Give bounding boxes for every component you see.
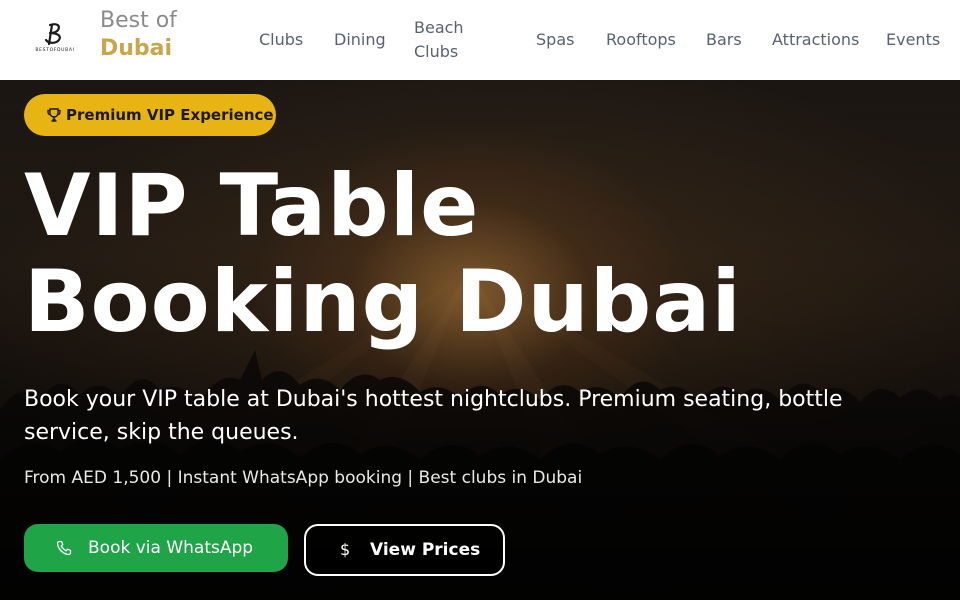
premium-badge: Premium VIP Experience	[24, 94, 276, 136]
nav-item-events[interactable]: Events	[886, 28, 940, 52]
nav-item-clubs[interactable]: Clubs	[259, 28, 303, 52]
hero-section: Premium VIP Experience VIP Table Booking…	[0, 80, 960, 600]
nav-item-rooftops[interactable]: Rooftops	[606, 28, 676, 52]
book-whatsapp-label: Book via WhatsApp	[88, 538, 254, 558]
hero-subtitle: Book your VIP table at Dubai's hottest n…	[24, 387, 843, 445]
trophy-icon	[47, 108, 61, 122]
main-nav: Clubs Dining Beach Clubs Spas Rooftops B…	[0, 0, 960, 80]
nav-item-spas[interactable]: Spas	[536, 28, 574, 52]
page-title: VIP Table Booking Dubai	[24, 158, 924, 350]
nav-item-attractions[interactable]: Attractions	[772, 28, 859, 52]
nav-item-beach-clubs[interactable]: Beach Clubs	[414, 16, 474, 64]
page-title-line-1: VIP Table	[24, 156, 480, 256]
hero-meta: From AED 1,500 | Instant WhatsApp bookin…	[24, 468, 583, 488]
site-header: BESTOFDUBAI Best of Dubai Clubs Dining B…	[0, 0, 960, 80]
page-title-line-2: Booking Dubai	[24, 252, 742, 352]
dollar-icon: $	[340, 540, 351, 559]
view-prices-button[interactable]: $ View Prices	[304, 524, 505, 576]
nav-item-bars[interactable]: Bars	[706, 28, 742, 52]
nav-item-dining[interactable]: Dining	[334, 28, 386, 52]
premium-badge-label: Premium VIP Experience	[66, 106, 274, 124]
book-whatsapp-button[interactable]: Book via WhatsApp	[24, 524, 288, 572]
view-prices-label: View Prices	[370, 540, 481, 560]
phone-icon	[56, 540, 72, 556]
